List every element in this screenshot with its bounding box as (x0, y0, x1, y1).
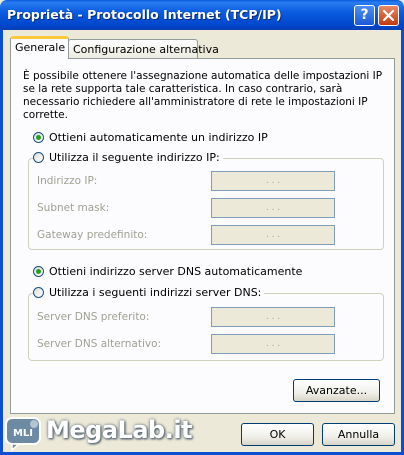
ip-address-field[interactable]: . . . (211, 171, 335, 191)
help-button[interactable]: ? (354, 5, 375, 26)
help-icon: ? (360, 7, 369, 23)
dns-preferred-field[interactable]: . . . (211, 307, 335, 327)
radio-checked-icon (33, 266, 44, 277)
radio-unchecked-icon (33, 287, 44, 298)
tab-label: Generale (15, 41, 66, 54)
dns-manual-radio[interactable]: Utilizza i seguenti indirizzi server DNS… (33, 286, 265, 299)
logo-text: MLI (13, 428, 33, 439)
dns-alternate-field[interactable]: . . . (211, 334, 335, 354)
tab-label: Configurazione alternativa (73, 43, 219, 56)
advanced-label: Avanzate... (305, 384, 368, 397)
subnet-mask-field[interactable]: . . . (211, 198, 335, 218)
ip-auto-label: Ottieni automaticamente un indirizzo IP (49, 131, 268, 144)
dns-auto-label: Ottieni indirizzo server DNS automaticam… (49, 265, 303, 278)
window-title: Proprietà - Protocollo Internet (TCP/IP) (7, 7, 282, 22)
subnet-mask-value: . . . (265, 203, 281, 213)
tab-generale[interactable]: Generale (10, 36, 69, 59)
tab-panel-generale: È possibile ottenere l'assegnazione auto… (10, 58, 395, 414)
dns-manual-label: Utilizza i seguenti indirizzi server DNS… (49, 286, 262, 299)
ip-auto-radio[interactable]: Ottieni automaticamente un indirizzo IP (33, 131, 271, 144)
title-bar: Proprietà - Protocollo Internet (TCP/IP)… (0, 0, 404, 30)
radio-unchecked-icon (33, 152, 44, 163)
ip-manual-radio[interactable]: Utilizza il seguente indirizzo IP: (33, 151, 223, 164)
dns-preferred-label: Server DNS preferito: (37, 311, 150, 323)
subnet-mask-label: Subnet mask: (37, 202, 110, 214)
gateway-field[interactable]: . . . (211, 225, 335, 245)
dns-alternate-value: . . . (265, 339, 281, 349)
advanced-button[interactable]: Avanzate... (293, 379, 380, 402)
cancel-button[interactable]: Annulla (322, 423, 395, 446)
intro-text: È possibile ottenere l'assegnazione auto… (23, 70, 383, 121)
close-button[interactable] (378, 5, 399, 26)
dns-alternate-label: Server DNS alternativo: (37, 338, 162, 350)
tab-configurazione-alternativa[interactable]: Configurazione alternativa (68, 39, 219, 59)
gateway-value: . . . (265, 230, 281, 240)
ip-address-value: . . . (265, 176, 281, 186)
ok-label: OK (269, 428, 286, 441)
dns-preferred-value: . . . (265, 312, 281, 322)
cancel-label: Annulla (337, 428, 380, 441)
close-icon (382, 9, 395, 22)
watermark: MLI MegaLab.it (4, 414, 194, 452)
dns-auto-radio[interactable]: Ottieni indirizzo server DNS automaticam… (33, 265, 306, 278)
ip-address-label: Indirizzo IP: (37, 175, 98, 187)
gateway-label: Gateway predefinito: (37, 229, 148, 241)
ip-manual-label: Utilizza il seguente indirizzo IP: (49, 151, 220, 164)
radio-checked-icon (33, 132, 44, 143)
megalab-logo: MLI (5, 417, 41, 451)
ok-button[interactable]: OK (241, 423, 314, 446)
watermark-text: MegaLab.it (46, 416, 193, 444)
